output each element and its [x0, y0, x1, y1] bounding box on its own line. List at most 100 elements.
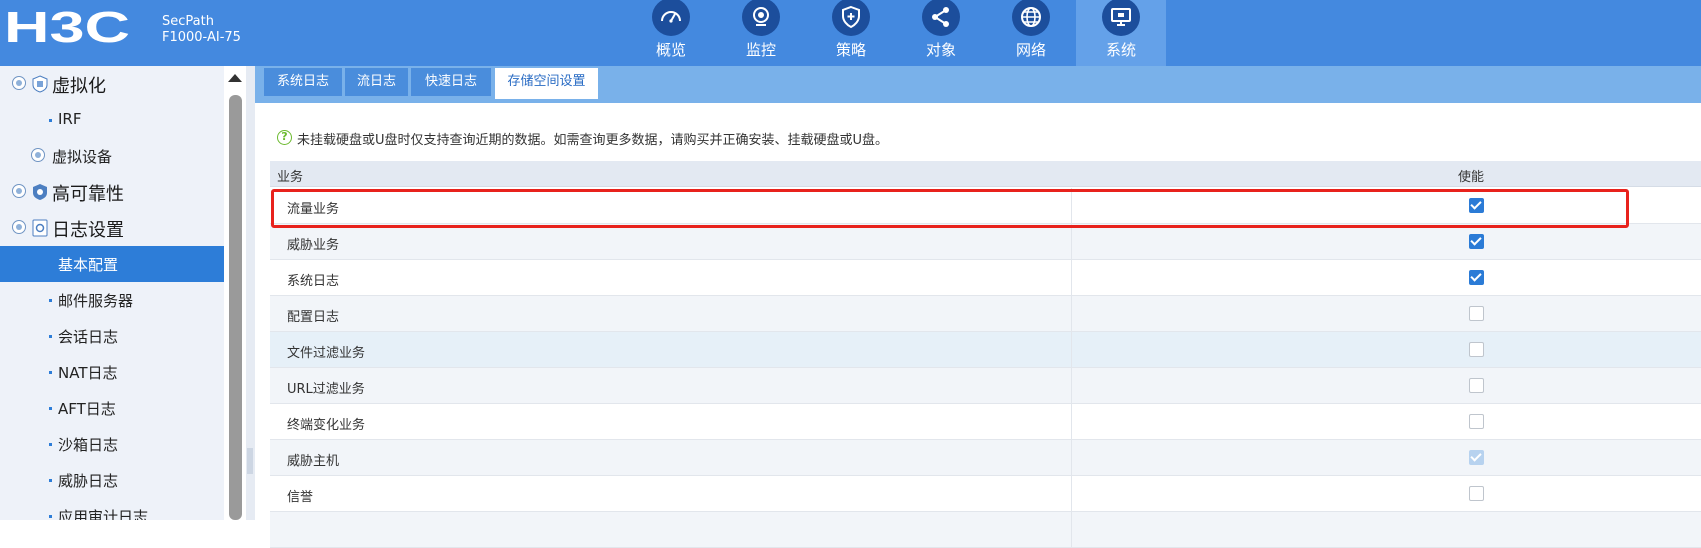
enable-checkbox[interactable] — [1469, 342, 1484, 357]
sidebar-item-virtualization[interactable]: 虚拟化 — [0, 66, 224, 102]
column-divider — [1071, 332, 1072, 368]
expand-icon[interactable] — [12, 220, 26, 234]
enable-checkbox[interactable] — [1469, 270, 1484, 285]
help-icon: ? — [277, 130, 292, 145]
expand-icon[interactable] — [12, 76, 26, 90]
sidebar-item-mail-server[interactable]: 邮件服务器 — [0, 282, 224, 318]
sidebar-item-high-availability[interactable]: 高可靠性 — [0, 174, 224, 210]
column-divider — [1071, 476, 1072, 512]
sidebar-item-nat-log[interactable]: NAT日志 — [0, 354, 224, 390]
nav-system[interactable]: 系统 — [1076, 0, 1166, 66]
column-divider — [1071, 404, 1072, 440]
table-row: URL过滤业务 — [270, 368, 1701, 404]
sidebar-item-label: AFT日志 — [58, 400, 116, 418]
gauge-icon — [652, 0, 690, 36]
enable-checkbox[interactable] — [1469, 306, 1484, 321]
bullet-icon — [49, 407, 52, 410]
row-service-name: 威胁主机 — [287, 454, 340, 469]
table-row — [270, 512, 1701, 548]
product-model: F1000-AI-75 — [162, 30, 241, 45]
table-row: 文件过滤业务 — [270, 332, 1701, 368]
enable-checkbox[interactable] — [1469, 198, 1484, 213]
storage-notice: 未挂载硬盘或U盘时仅支持查询近期的数据。如需查询更多数据，请购买并正确安装、挂载… — [297, 133, 889, 148]
table-row: 系统日志 — [270, 260, 1701, 296]
monitor-icon — [1102, 0, 1140, 36]
row-service-name: 信誉 — [287, 490, 314, 505]
row-service-name: 终端变化业务 — [287, 418, 366, 433]
column-divider — [1071, 512, 1072, 548]
virtualization-icon — [32, 75, 48, 93]
globe-icon — [1012, 0, 1050, 36]
tab-storage-settings[interactable]: 存储空间设置 — [495, 68, 598, 99]
table-row: 终端变化业务 — [270, 404, 1701, 440]
expand-icon[interactable] — [31, 148, 45, 162]
sidebar-item-threat-log[interactable]: 威胁日志 — [0, 462, 224, 498]
sidebar-item-label: 威胁日志 — [58, 472, 119, 490]
nav-label: 概览 — [655, 41, 686, 59]
row-service-name: 配置日志 — [287, 310, 340, 325]
shield-plus-icon — [832, 0, 870, 36]
bullet-icon — [49, 443, 52, 446]
enable-checkbox[interactable] — [1469, 486, 1484, 501]
bullet-icon — [49, 515, 52, 518]
column-divider — [1071, 224, 1072, 260]
column-divider — [1071, 296, 1072, 332]
scrollbar-thumb[interactable] — [229, 95, 242, 520]
sidebar-item-sandbox-log[interactable]: 沙箱日志 — [0, 426, 224, 462]
nav-label: 策略 — [835, 41, 866, 59]
enable-checkbox[interactable] — [1469, 414, 1484, 429]
svg-text:H3C: H3C — [4, 8, 130, 48]
row-service-name: 流量业务 — [287, 202, 340, 217]
sidebar-collapse-handle[interactable] — [247, 448, 253, 474]
row-service-name: URL过滤业务 — [287, 382, 365, 397]
sidebar-item-session-log[interactable]: 会话日志 — [0, 318, 224, 354]
nav-policy[interactable]: 策略 — [806, 0, 896, 66]
scroll-up-arrow-icon[interactable] — [228, 74, 242, 82]
sidebar-item-label: 应用审计日志 — [58, 508, 149, 520]
nav-monitor[interactable]: 监控 — [716, 0, 806, 66]
tab-system-log[interactable]: 系统日志 — [264, 68, 342, 96]
camera-icon — [742, 0, 780, 36]
nav-label: 对象 — [925, 41, 956, 59]
log-icon — [32, 219, 48, 237]
sidebar-item-irf[interactable]: IRF — [0, 102, 224, 138]
sidebar-item-label: 沙箱日志 — [58, 436, 119, 454]
bullet-icon — [49, 299, 52, 302]
nav-network[interactable]: 网络 — [986, 0, 1076, 66]
bullet-icon — [49, 479, 52, 482]
sidebar-item-label: 会话日志 — [58, 328, 119, 346]
nav-object[interactable]: 对象 — [896, 0, 986, 66]
column-divider — [1071, 368, 1072, 404]
product-name: SecPath F1000-AI-75 — [162, 14, 241, 46]
sidebar-item-aft-log[interactable]: AFT日志 — [0, 390, 224, 426]
sidebar-item-label: 虚拟化 — [52, 76, 106, 97]
column-divider — [1071, 440, 1072, 476]
bullet-icon — [49, 335, 52, 338]
table-row: 威胁业务 — [270, 224, 1701, 260]
column-header-service: 业务 — [277, 170, 304, 185]
share-nodes-icon — [922, 0, 960, 36]
table-row: 威胁主机 — [270, 440, 1701, 476]
column-header-enable: 使能 — [1458, 170, 1485, 185]
sidebar-item-virtual-device[interactable]: 虚拟设备 — [0, 138, 224, 174]
table-row: 流量业务 — [270, 188, 1701, 224]
sidebar-item-label: 高可靠性 — [52, 184, 124, 205]
nav-label: 监控 — [745, 41, 776, 59]
nav-overview[interactable]: 概览 — [626, 0, 716, 66]
sidebar-item-label: IRF — [58, 110, 82, 128]
sidebar-item-log-settings[interactable]: 日志设置 — [0, 210, 224, 246]
sidebar: 虚拟化 IRF 虚拟设备 高可靠性 日志设置 基本配置 邮件服务器 会话日志 N… — [0, 66, 224, 520]
column-divider — [1071, 188, 1072, 224]
bullet-icon — [49, 371, 52, 374]
tab-fast-log[interactable]: 快速日志 — [411, 68, 491, 96]
sidebar-item-app-audit-log[interactable]: 应用审计日志 — [0, 498, 224, 520]
table-row: 配置日志 — [270, 296, 1701, 332]
enable-checkbox[interactable] — [1469, 378, 1484, 393]
tab-flow-log[interactable]: 流日志 — [345, 68, 408, 96]
sidebar-item-label: 虚拟设备 — [52, 148, 113, 166]
product-line-1: SecPath — [162, 14, 214, 29]
expand-icon[interactable] — [12, 184, 26, 198]
enable-checkbox[interactable] — [1469, 234, 1484, 249]
row-service-name: 威胁业务 — [287, 238, 340, 253]
sidebar-item-basic-config[interactable]: 基本配置 — [0, 246, 224, 282]
